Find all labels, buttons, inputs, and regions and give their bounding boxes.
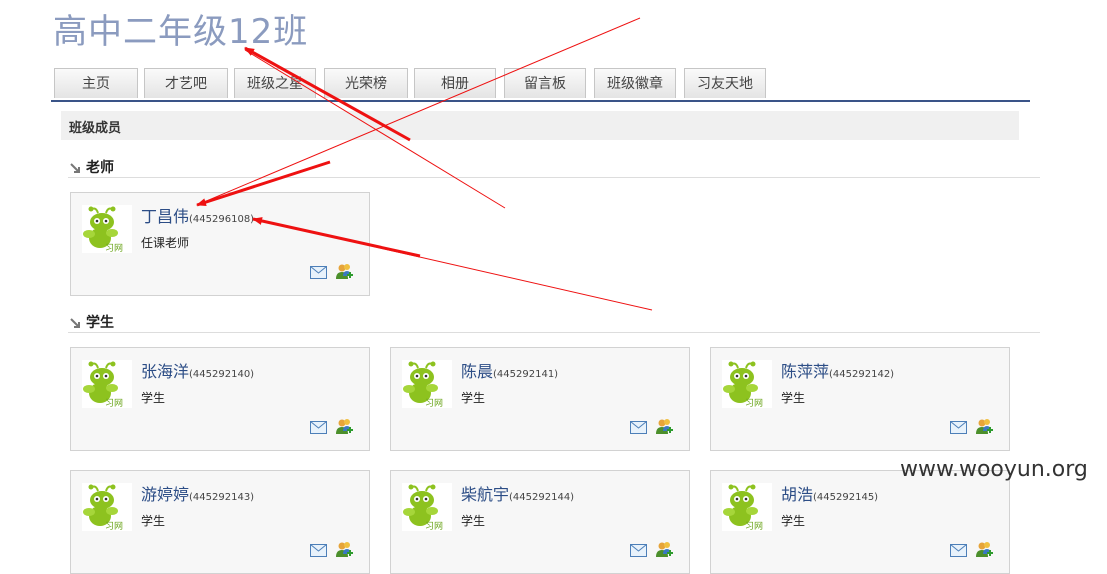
add-friend-icon[interactable] [975, 541, 993, 558]
annotation-arrow [252, 217, 421, 258]
annotation-layer [196, 17, 653, 311]
watermark-text: www.wooyun.org [900, 457, 1088, 482]
annotation-arrow [196, 160, 331, 207]
mail-icon[interactable] [310, 544, 327, 557]
svg-text:习网: 习网 [745, 521, 763, 531]
mail-icon[interactable] [630, 544, 647, 557]
member-role: 学生 [781, 514, 806, 528]
mail-icon[interactable] [950, 544, 967, 557]
add-friend-icon[interactable] [335, 541, 353, 558]
annotation-thin-line [196, 17, 641, 206]
member-role: 学生 [461, 514, 486, 528]
annotation-thin-line [244, 49, 506, 209]
member-role: 学生 [141, 514, 166, 528]
add-friend-icon[interactable] [655, 541, 673, 558]
svg-text:习网: 习网 [105, 521, 123, 531]
annotation-arrow [244, 46, 411, 142]
svg-text:习网: 习网 [425, 521, 443, 531]
